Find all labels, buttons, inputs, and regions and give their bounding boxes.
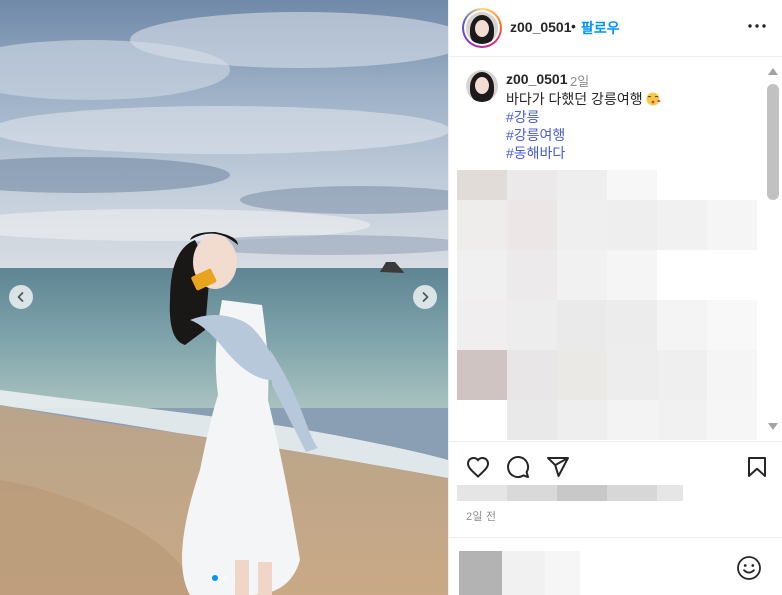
follow-button[interactable]: 팔로우	[581, 18, 620, 38]
bookmark-icon	[748, 457, 766, 477]
chevron-left-icon	[17, 292, 24, 302]
carousel-dot	[222, 575, 228, 581]
hashtag-link[interactable]: #강릉여행	[506, 125, 565, 145]
hashtag-link[interactable]: #강릉	[506, 107, 540, 127]
post-side-panel: z00_0501 • 팔로우 z00_0501 2일 바다가 다했던 강릉여행	[448, 0, 782, 595]
paper-plane-icon	[547, 457, 569, 477]
heart-icon	[466, 456, 490, 478]
post-time-ago[interactable]: 2일 전	[466, 508, 496, 524]
like-button[interactable]	[465, 454, 491, 480]
more-options-button[interactable]	[745, 14, 769, 38]
comments-scroll-area[interactable]: z00_0501 2일 바다가 다했던 강릉여행 #강릉 #강릉여행 #동해바다	[449, 58, 782, 440]
carousel-indicator	[212, 575, 228, 581]
post-photo[interactable]	[0, 0, 448, 595]
caption-body: 바다가 다했던 강릉여행	[506, 91, 643, 107]
avatar	[466, 12, 498, 44]
author-avatar-story-ring[interactable]	[462, 8, 502, 48]
post-actions-bar	[449, 441, 782, 491]
comment-input-bar[interactable]	[449, 537, 782, 595]
comment-button[interactable]	[505, 454, 531, 480]
smiley-icon[interactable]	[736, 555, 762, 581]
comment-bubble-icon	[507, 456, 530, 478]
beach-photo	[0, 0, 448, 595]
scrollbar-thumb[interactable]	[767, 84, 779, 200]
carousel-next-button[interactable]	[413, 285, 437, 309]
more-options-icon	[748, 24, 766, 28]
post-header: z00_0501 • 팔로우	[449, 0, 782, 57]
comments-scrollbar[interactable]	[765, 62, 781, 438]
kiss-face-emoji	[646, 92, 661, 106]
caption-time: 2일	[570, 74, 590, 89]
caption-username[interactable]: z00_0501	[506, 71, 568, 87]
carousel-dot-active	[212, 575, 218, 581]
author-username[interactable]: z00_0501	[510, 19, 572, 35]
caption-avatar[interactable]	[466, 70, 498, 102]
scroll-up-arrow-icon[interactable]	[767, 66, 779, 76]
separator-dot: •	[571, 18, 576, 34]
share-button[interactable]	[545, 454, 571, 480]
chevron-right-icon	[422, 292, 429, 302]
hashtag-link[interactable]: #동해바다	[506, 143, 565, 163]
scroll-down-arrow-icon[interactable]	[767, 422, 779, 432]
save-button[interactable]	[744, 454, 770, 480]
caption-text: 바다가 다했던 강릉여행	[506, 89, 661, 109]
carousel-prev-button[interactable]	[9, 285, 33, 309]
